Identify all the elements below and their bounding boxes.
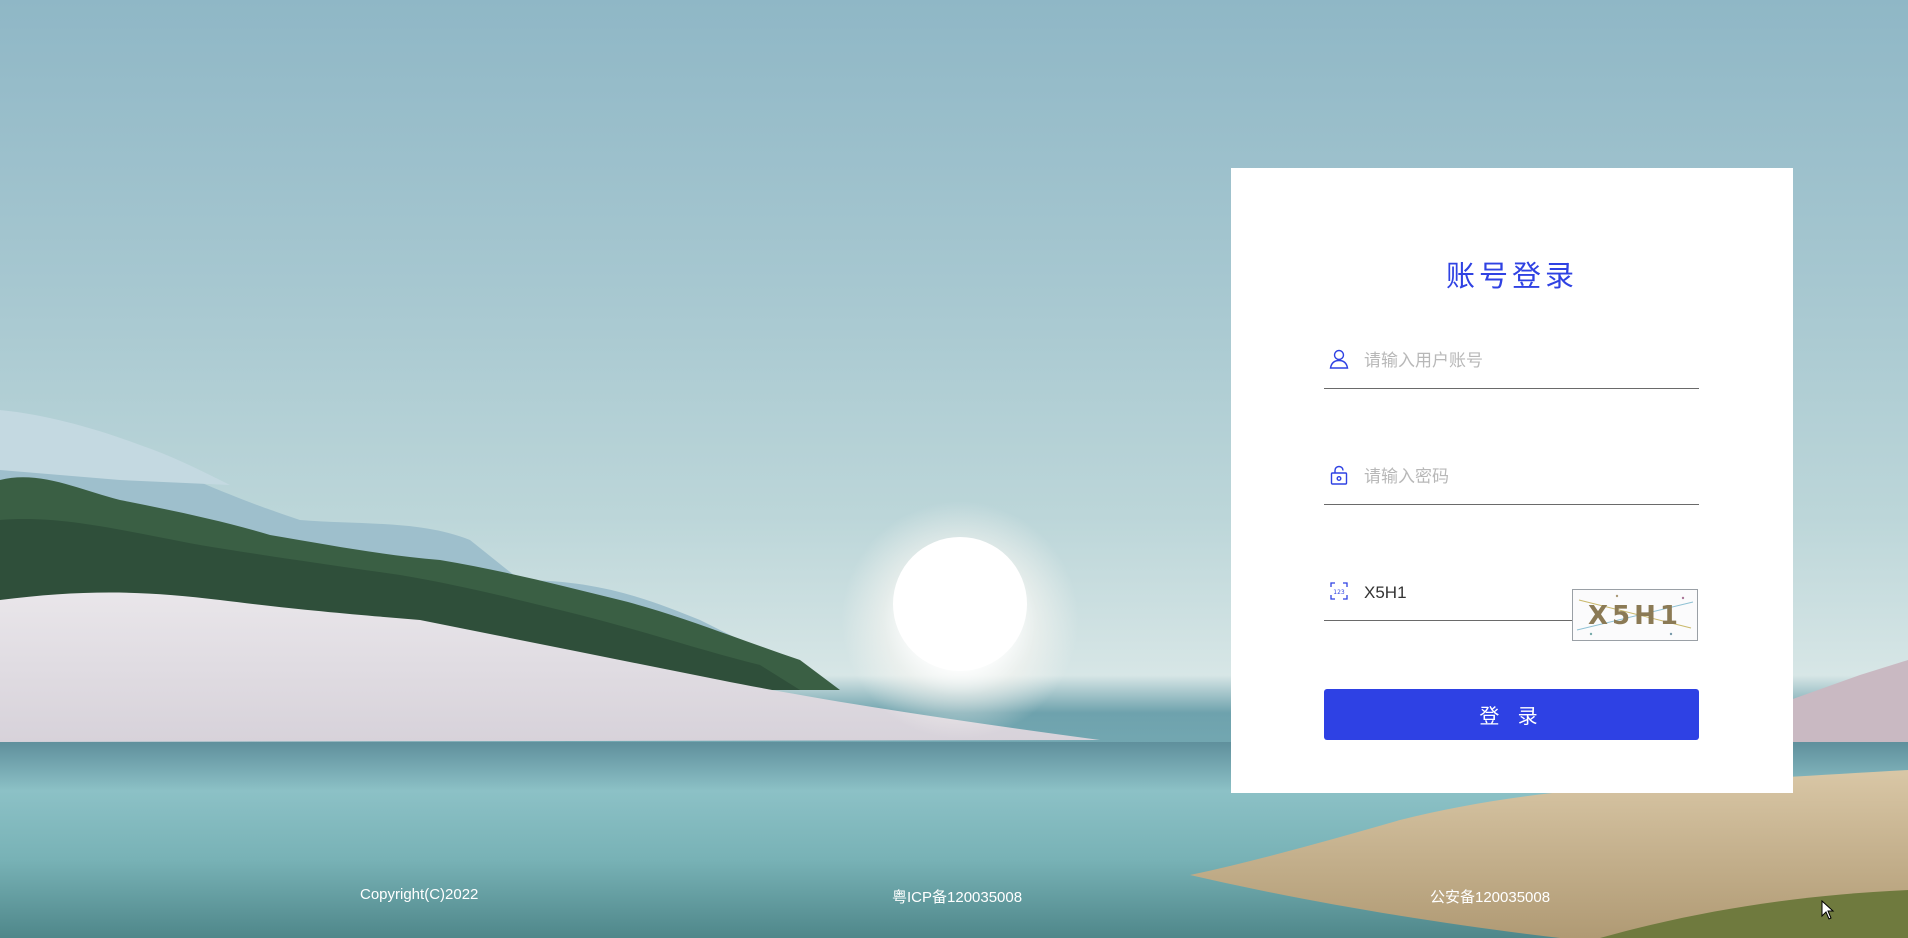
footer-police-record: 公安备120035008 — [1430, 889, 1551, 906]
svg-text:123: 123 — [1333, 589, 1345, 596]
user-icon — [1328, 348, 1350, 370]
password-input[interactable] — [1362, 460, 1686, 494]
footer-copyright: Copyright(C)2022 — [360, 886, 479, 903]
captcha-icon: 123 — [1328, 580, 1350, 602]
footer-icp: 粤ICP备120035008 — [892, 889, 1023, 906]
username-field — [1324, 336, 1699, 389]
captcha-input[interactable] — [1362, 576, 1566, 610]
login-title: 账号登录 — [1445, 259, 1578, 293]
password-field — [1324, 452, 1699, 505]
captcha-field: 123 — [1324, 568, 1572, 621]
username-input[interactable] — [1362, 344, 1686, 378]
captcha-image[interactable]: X5H1 — [1572, 589, 1698, 641]
sun — [893, 537, 1027, 671]
captcha-image-text: X5H1 — [1588, 601, 1682, 631]
mouse-cursor-icon — [1821, 899, 1835, 924]
login-card: 账号登录 123 — [1231, 168, 1793, 793]
login-button[interactable]: 登 录 — [1324, 689, 1699, 740]
lock-icon — [1328, 464, 1350, 486]
